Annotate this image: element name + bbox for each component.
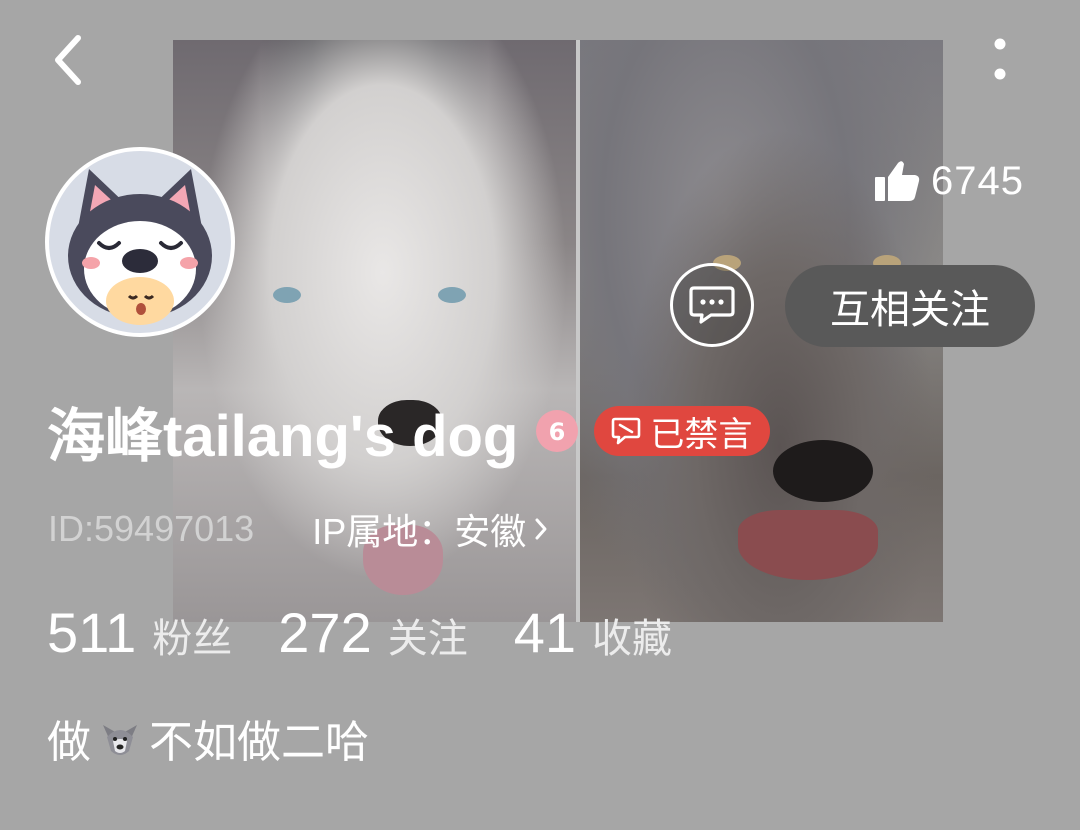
profile-name: 海峰tailang's dog [47, 404, 519, 469]
mutual-follow-button[interactable]: 互相关注 [785, 265, 1035, 347]
stat-fans-count: 511 [47, 601, 137, 664]
more-options-button[interactable] [975, 30, 1025, 90]
husky-eye-right [438, 287, 466, 303]
muted-badge: 已禁言 [594, 406, 771, 456]
husky-eye-left [273, 287, 301, 303]
stat-favorites[interactable]: 41 收藏 [514, 600, 672, 665]
chat-bubble-icon [689, 286, 735, 324]
thumbs-up-icon [875, 161, 920, 201]
wolf-nose [773, 440, 873, 502]
wolf-face-icon [103, 725, 137, 755]
stat-favorites-count: 41 [513, 601, 577, 664]
vertical-ellipsis-icon [994, 38, 1006, 80]
chevron-right-icon [535, 518, 547, 540]
husky-cartoon-avatar [49, 151, 231, 333]
bio: 做 不如做二哈 [47, 708, 369, 768]
avatar[interactable] [45, 147, 235, 337]
likes-counter: 6745 [873, 155, 1024, 207]
user-id: ID:59497013 [48, 508, 255, 549]
muted-label: 已禁言 [650, 415, 753, 454]
wolf-emoji-icon [97, 715, 143, 761]
stat-following[interactable]: 272 关注 [278, 600, 467, 665]
level-badge: 6 [536, 410, 579, 452]
chevron-left-icon [55, 35, 81, 85]
bio-text-after: 不如做二哈 [149, 718, 369, 767]
ip-location-link[interactable]: IP属地：安徽 [312, 503, 550, 555]
profile-stats: 511 粉丝 272 关注 41 收藏 [47, 600, 718, 670]
stat-favorites-label: 收藏 [592, 617, 673, 661]
stat-fans[interactable]: 511 粉丝 [47, 600, 232, 665]
level-number: 6 [549, 418, 566, 446]
stat-following-count: 272 [278, 601, 372, 664]
level-6-icon: 6 [549, 418, 566, 446]
ip-location-label: IP属地：安徽 [312, 511, 527, 552]
profile-name-row: 海峰tailang's dog 6 已禁言 [47, 395, 771, 469]
wolf-mouth [738, 510, 878, 580]
muted-chat-icon [612, 417, 641, 445]
bio-text-before: 做 [47, 718, 91, 767]
id-row: ID:59497013 IP属地：安徽 [48, 503, 550, 555]
message-button[interactable] [670, 263, 754, 347]
stat-following-label: 关注 [387, 617, 468, 661]
husky-cartoon-icon [68, 169, 212, 325]
likes-count: 6745 [931, 158, 1024, 203]
stat-fans-label: 粉丝 [152, 617, 233, 661]
back-button[interactable] [40, 30, 96, 90]
